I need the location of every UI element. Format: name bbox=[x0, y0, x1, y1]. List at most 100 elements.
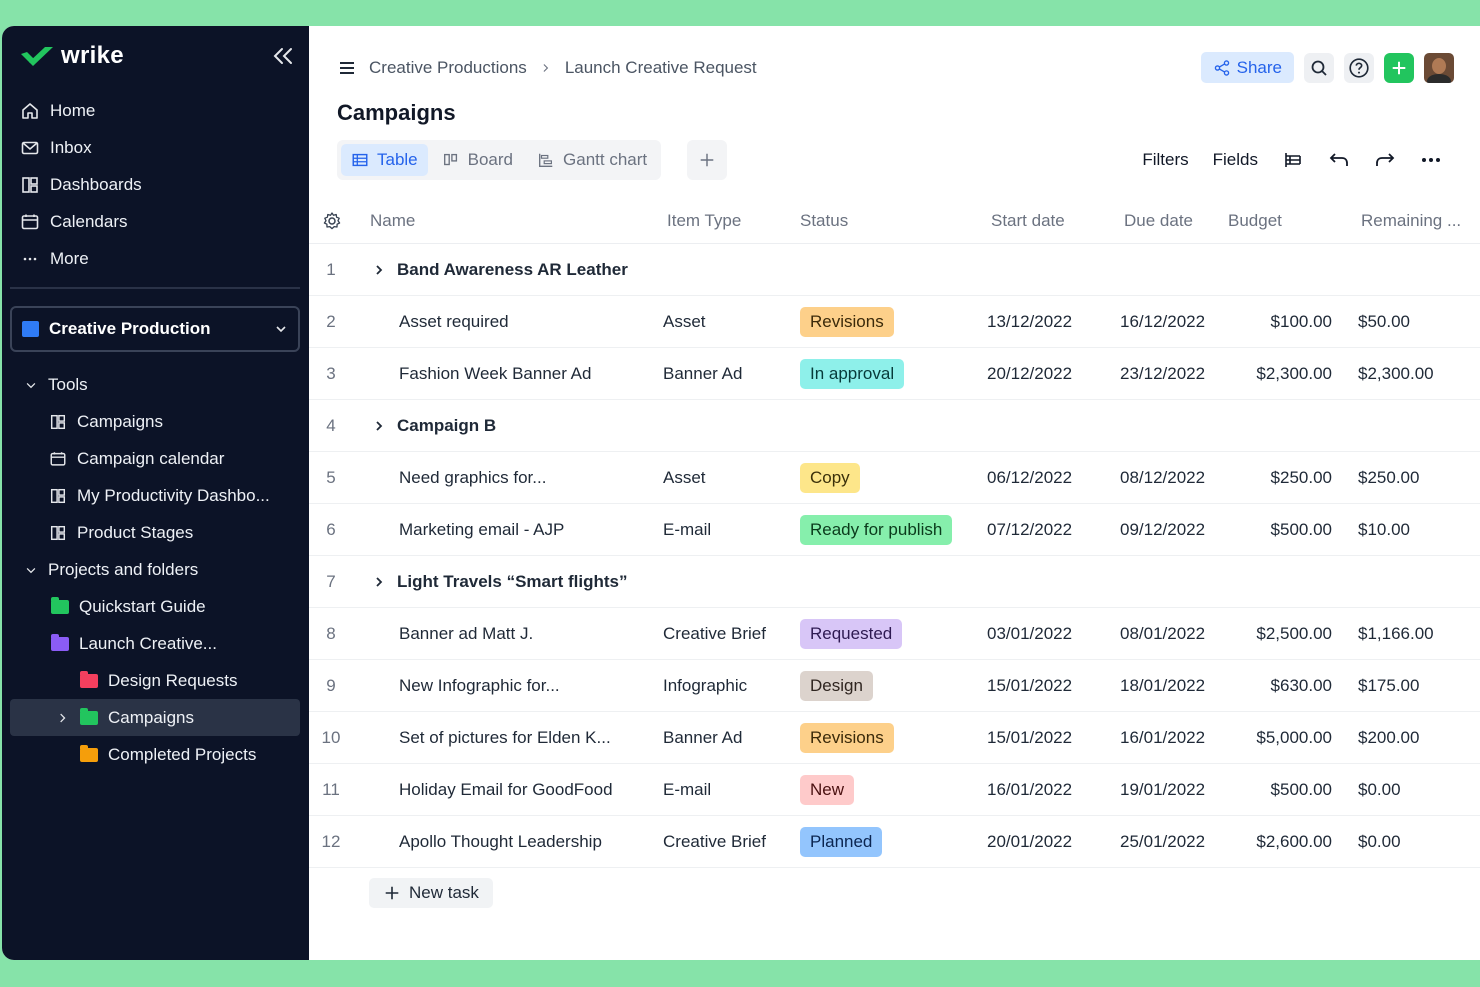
tree-item-projects-folders[interactable]: Projects and folders bbox=[10, 551, 300, 588]
table-row[interactable]: 5 Need graphics for... Asset Copy 06/12/… bbox=[309, 452, 1480, 504]
status-cell[interactable]: Copy bbox=[800, 452, 860, 504]
space-selector[interactable]: Creative Production bbox=[10, 306, 300, 352]
table-row[interactable]: 11 Holiday Email for GoodFood E-mail New… bbox=[309, 764, 1480, 816]
group-name[interactable]: Campaign B bbox=[373, 400, 496, 452]
table-row[interactable]: 8 Banner ad Matt J. Creative Brief Reque… bbox=[309, 608, 1480, 660]
collapse-sidebar-icon[interactable] bbox=[272, 46, 294, 66]
new-task-button[interactable]: New task bbox=[369, 878, 493, 908]
tree-label: Campaigns bbox=[108, 707, 194, 727]
tree-item-quickstart[interactable]: Quickstart Guide bbox=[10, 588, 300, 625]
status-cell[interactable]: Planned bbox=[800, 816, 883, 868]
tree-item-product-stages[interactable]: Product Stages bbox=[10, 514, 300, 551]
tree-item-campaigns-folder[interactable]: Campaigns bbox=[10, 699, 300, 736]
tree-item-design-requests[interactable]: Design Requests bbox=[10, 662, 300, 699]
status-badge[interactable]: In approval bbox=[800, 359, 905, 389]
table-row[interactable]: 12 Apollo Thought Leadership Creative Br… bbox=[309, 816, 1480, 868]
more-options-icon[interactable] bbox=[1420, 149, 1442, 171]
folder-icon bbox=[80, 707, 98, 725]
task-name[interactable]: Marketing email - AJP bbox=[399, 504, 564, 556]
chevron-right-icon[interactable] bbox=[373, 264, 385, 276]
nav-inbox[interactable]: Inbox bbox=[14, 129, 299, 166]
table-row[interactable]: 3 Fashion Week Banner Ad Banner Ad In ap… bbox=[309, 348, 1480, 400]
task-name[interactable]: Holiday Email for GoodFood bbox=[399, 764, 613, 816]
table-row[interactable]: 9 New Infographic for... Infographic Des… bbox=[309, 660, 1480, 712]
breadcrumb-parent[interactable]: Creative Productions bbox=[369, 58, 527, 78]
task-name[interactable]: Fashion Week Banner Ad bbox=[399, 348, 591, 400]
wrike-logo[interactable]: wrike bbox=[19, 42, 124, 70]
column-header-name[interactable]: Name bbox=[370, 211, 415, 231]
nav-more[interactable]: More bbox=[14, 240, 299, 277]
nav-home[interactable]: Home bbox=[14, 92, 299, 129]
table-row-group[interactable]: 4 Campaign B bbox=[309, 400, 1480, 452]
table-row[interactable]: 6 Marketing email - AJP E-mail Ready for… bbox=[309, 504, 1480, 556]
status-badge[interactable]: Revisions bbox=[800, 307, 894, 337]
start-date: 15/01/2022 bbox=[987, 728, 1073, 747]
chevron-right-icon[interactable] bbox=[373, 420, 385, 432]
filters-button[interactable]: Filters bbox=[1142, 150, 1188, 170]
nav-calendars[interactable]: Calendars bbox=[14, 203, 299, 240]
fields-button[interactable]: Fields bbox=[1213, 150, 1258, 170]
status-cell[interactable]: Revisions bbox=[800, 712, 894, 764]
dashboard-icon bbox=[50, 488, 66, 503]
tab-gantt-chart[interactable]: Gantt chart bbox=[527, 144, 657, 176]
group-name[interactable]: Light Travels “Smart flights” bbox=[373, 556, 628, 608]
status-cell[interactable]: Design bbox=[800, 660, 873, 712]
status-badge[interactable]: Design bbox=[800, 671, 873, 701]
undo-icon[interactable] bbox=[1328, 149, 1350, 171]
search-icon bbox=[1311, 60, 1327, 76]
task-name[interactable]: Apollo Thought Leadership bbox=[399, 816, 602, 868]
status-badge[interactable]: Revisions bbox=[800, 723, 894, 753]
nav-dashboards[interactable]: Dashboards bbox=[14, 166, 299, 203]
breadcrumb-current[interactable]: Launch Creative Request bbox=[565, 58, 757, 78]
menu-icon[interactable] bbox=[337, 58, 357, 78]
table-row[interactable]: 2 Asset required Asset Revisions 13/12/2… bbox=[309, 296, 1480, 348]
search-button[interactable] bbox=[1304, 52, 1334, 83]
tree-item-tools[interactable]: Tools bbox=[10, 366, 300, 403]
folder-icon bbox=[51, 633, 69, 651]
status-badge[interactable]: New bbox=[800, 775, 855, 805]
settings-gear-icon[interactable] bbox=[322, 211, 342, 231]
status-cell[interactable]: Revisions bbox=[800, 296, 894, 348]
add-view-button[interactable] bbox=[687, 140, 727, 180]
status-badge[interactable]: Copy bbox=[800, 463, 860, 493]
task-name[interactable]: Banner ad Matt J. bbox=[399, 608, 533, 660]
tree-item-completed-projects[interactable]: Completed Projects bbox=[10, 736, 300, 773]
group-name[interactable]: Band Awareness AR Leather bbox=[373, 244, 628, 296]
column-header-item-type[interactable]: Item Type bbox=[667, 211, 741, 231]
create-new-button[interactable] bbox=[1384, 52, 1414, 83]
tree-item-campaigns-tool[interactable]: Campaigns bbox=[10, 403, 300, 440]
status-badge[interactable]: Requested bbox=[800, 619, 903, 649]
status-badge[interactable]: Planned bbox=[800, 827, 883, 857]
user-avatar[interactable] bbox=[1424, 52, 1454, 83]
chevron-right-icon[interactable] bbox=[373, 576, 385, 588]
status-cell[interactable]: New bbox=[800, 764, 855, 816]
group-by-icon[interactable] bbox=[1282, 149, 1304, 171]
status-cell[interactable]: Ready for publish bbox=[800, 504, 953, 556]
tree-item-campaign-calendar[interactable]: Campaign calendar bbox=[10, 440, 300, 477]
tab-board[interactable]: Board bbox=[432, 144, 523, 176]
tree-item-launch-creative[interactable]: Launch Creative... bbox=[10, 625, 300, 662]
tab-table[interactable]: Table bbox=[341, 144, 428, 176]
help-button[interactable] bbox=[1344, 52, 1374, 83]
status-badge[interactable]: Ready for publish bbox=[800, 515, 953, 545]
table-row-group[interactable]: 1 Band Awareness AR Leather bbox=[309, 244, 1480, 296]
redo-icon[interactable] bbox=[1374, 149, 1396, 171]
task-name[interactable]: Set of pictures for Elden K... bbox=[399, 712, 611, 764]
task-name[interactable]: Need graphics for... bbox=[399, 452, 546, 504]
task-name[interactable]: New Infographic for... bbox=[399, 660, 560, 712]
tree-label: Campaigns bbox=[77, 411, 163, 431]
tree-label: Tools bbox=[48, 374, 88, 394]
column-header-budget[interactable]: Budget bbox=[1228, 211, 1282, 231]
share-button[interactable]: Share bbox=[1200, 52, 1294, 83]
status-cell[interactable]: Requested bbox=[800, 608, 903, 660]
tree-item-productivity-dashboard[interactable]: My Productivity Dashbo... bbox=[10, 477, 300, 514]
table-row-group[interactable]: 7 Light Travels “Smart flights” bbox=[309, 556, 1480, 608]
column-header-start-date[interactable]: Start date bbox=[991, 211, 1065, 231]
column-header-status[interactable]: Status bbox=[800, 211, 848, 231]
column-header-due-date[interactable]: Due date bbox=[1124, 211, 1193, 231]
task-name[interactable]: Asset required bbox=[399, 296, 509, 348]
column-header-remaining[interactable]: Remaining ... bbox=[1361, 211, 1461, 231]
tab-label: Board bbox=[467, 150, 514, 169]
table-row[interactable]: 10 Set of pictures for Elden K... Banner… bbox=[309, 712, 1480, 764]
status-cell[interactable]: In approval bbox=[800, 348, 905, 400]
